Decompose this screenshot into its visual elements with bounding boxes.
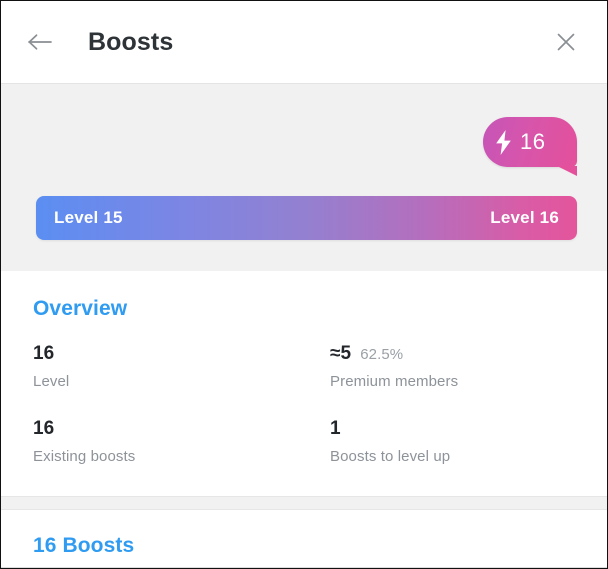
boost-count-value: 16 xyxy=(520,128,546,154)
overview-heading: Overview xyxy=(33,297,128,320)
stat-value: ≈5 xyxy=(330,343,352,364)
stat-label: Boosts to level up xyxy=(330,447,451,465)
close-button[interactable] xyxy=(547,23,585,61)
stat-boosts-to-level-up: 1 Boosts to level up xyxy=(330,418,577,465)
stat-label: Premium members xyxy=(330,372,459,390)
stat-value-row: 16 xyxy=(33,343,330,365)
stat-subvalue: 62.5% xyxy=(360,346,404,363)
stat-level: 16 Level xyxy=(33,343,330,390)
next-level-label: Level 16 xyxy=(490,208,559,227)
overview-section: Overview 16 Level ≈5 62.5% Premium membe… xyxy=(1,271,607,496)
section-divider xyxy=(1,496,607,510)
boost-count-badge: 16 xyxy=(483,117,577,176)
page-title: Boosts xyxy=(88,27,174,56)
boosts-list-heading: 16 Boosts xyxy=(33,534,135,557)
stat-value: 16 xyxy=(33,417,55,439)
stat-value: 16 xyxy=(33,343,55,364)
stat-label: Existing boosts xyxy=(33,447,136,465)
arrow-left-icon xyxy=(28,34,52,50)
back-button[interactable] xyxy=(21,23,59,61)
stat-value-row: 1 xyxy=(330,418,577,440)
current-level-label: Level 15 xyxy=(54,208,123,227)
boosts-panel: Boosts 16 Level 15 Level 16 Overview 16 xyxy=(0,0,608,569)
lightning-bolt-icon xyxy=(496,129,511,155)
stat-existing-boosts: 16 Existing boosts xyxy=(33,418,330,465)
stat-premium-members: ≈5 62.5% Premium members xyxy=(330,343,577,390)
panel-header: Boosts xyxy=(1,1,607,83)
stat-value-row: 16 xyxy=(33,418,330,440)
bottom-divider xyxy=(1,567,607,568)
close-icon xyxy=(557,33,575,51)
stat-value: 1 xyxy=(330,417,341,439)
boost-hero-panel: 16 Level 15 Level 16 xyxy=(1,83,607,271)
stat-label: Level xyxy=(33,372,70,390)
boosts-list-section: 16 Boosts xyxy=(1,510,607,568)
overview-stats-grid: 16 Level ≈5 62.5% Premium members 16 Exi… xyxy=(33,343,577,465)
level-progress-bar: Level 15 Level 16 xyxy=(36,196,577,240)
stat-value-row: ≈5 62.5% xyxy=(330,343,577,365)
